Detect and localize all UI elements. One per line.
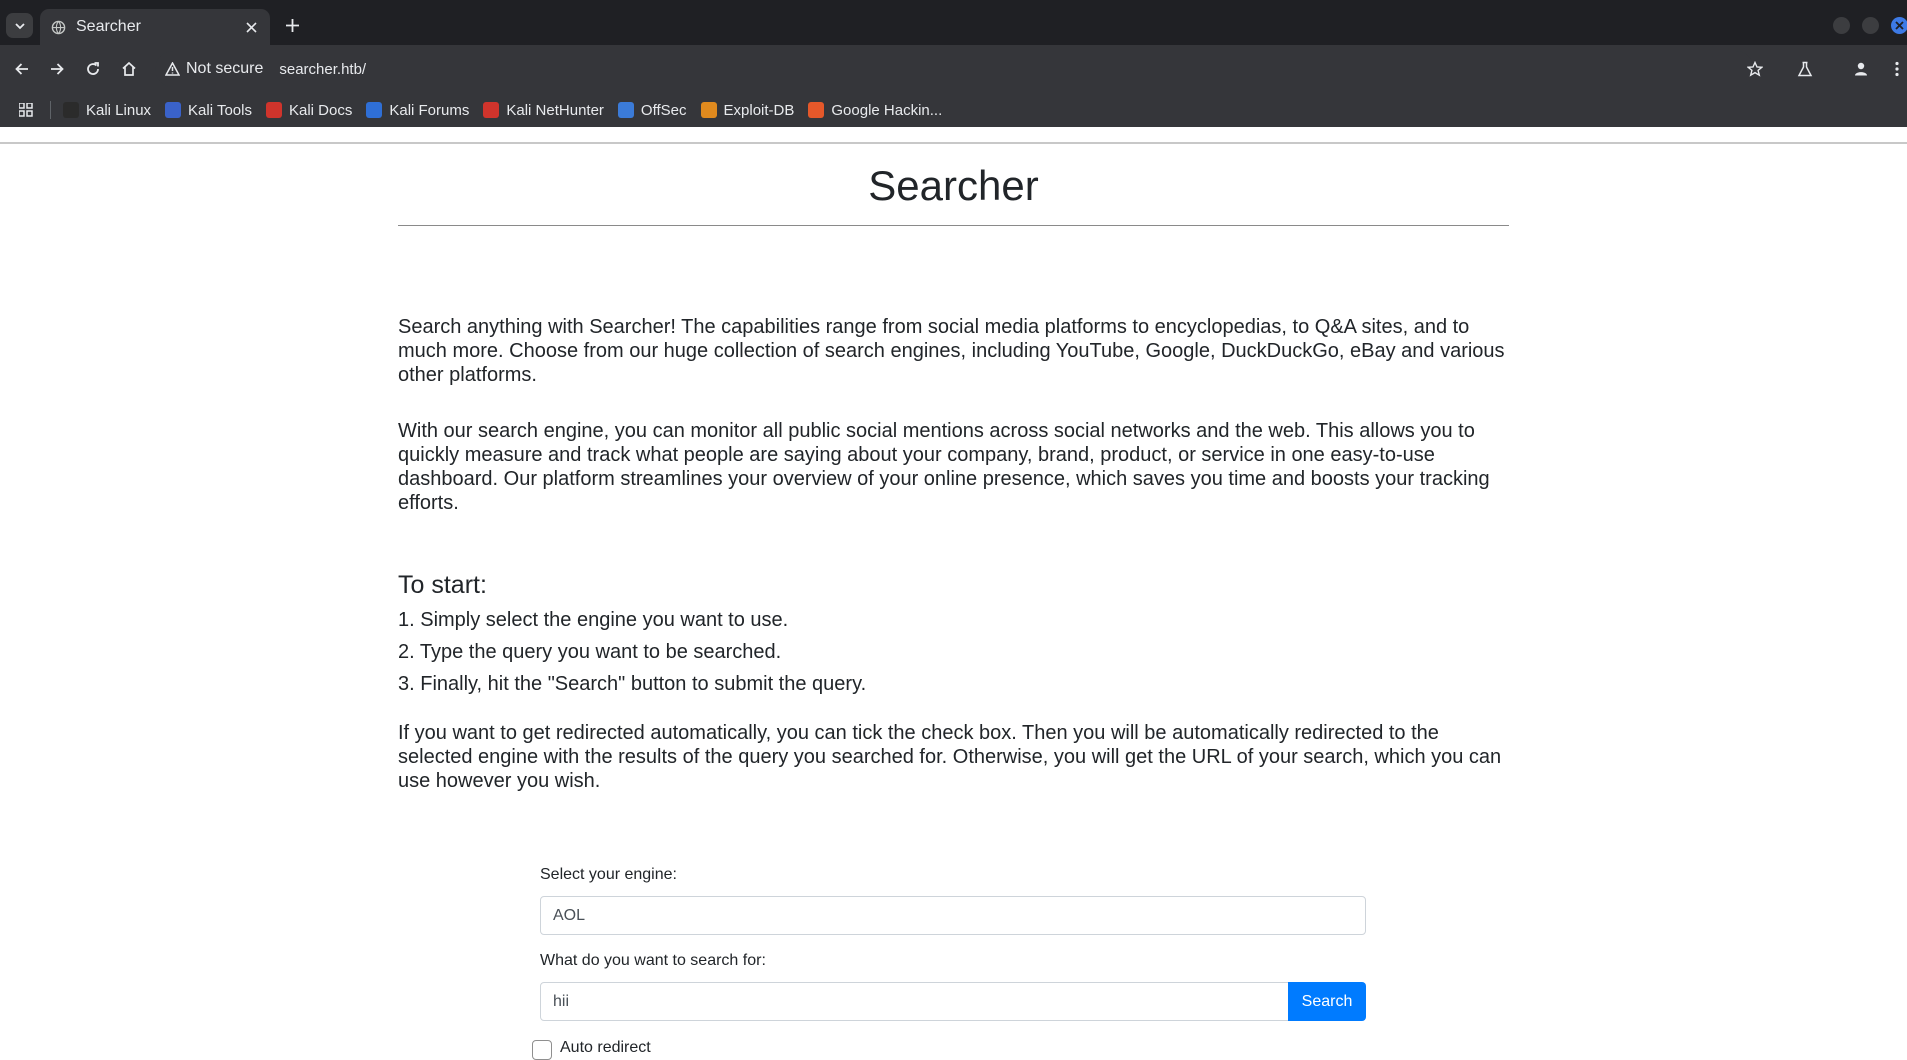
bookmark-exploit-db[interactable]: Exploit-DB bbox=[700, 101, 795, 119]
auto-redirect-label[interactable]: Auto redirect bbox=[560, 1039, 651, 1057]
tab-search-button[interactable] bbox=[6, 13, 33, 38]
star-icon bbox=[1747, 61, 1763, 77]
security-label: Not secure bbox=[186, 60, 264, 77]
maximize-button[interactable] bbox=[1862, 17, 1879, 34]
bookmark-label: Kali Tools bbox=[188, 101, 252, 119]
page-title: Searcher bbox=[868, 162, 1039, 209]
title-divider bbox=[398, 225, 1509, 226]
home-icon bbox=[122, 61, 136, 76]
apps-grid-icon bbox=[19, 103, 33, 117]
query-input[interactable]: hii bbox=[540, 982, 1289, 1021]
globe-icon bbox=[50, 19, 66, 35]
bookmark-star-button[interactable] bbox=[1743, 57, 1767, 81]
bookmark-google-hacking[interactable]: Google Hackin... bbox=[808, 102, 942, 119]
exploit-db-icon bbox=[700, 102, 717, 118]
tab-strip: Searcher bbox=[0, 0, 1907, 45]
close-icon[interactable] bbox=[242, 18, 260, 36]
apps-button[interactable] bbox=[14, 98, 38, 122]
reload-button[interactable] bbox=[81, 57, 105, 81]
start-heading: To start: bbox=[398, 571, 487, 599]
offsec-icon bbox=[617, 102, 634, 118]
bookmarks-separator bbox=[50, 101, 51, 119]
redirect-info-paragraph: If you want to get redirected automatica… bbox=[398, 722, 1502, 792]
home-button[interactable] bbox=[117, 57, 141, 81]
browser-tab[interactable]: Searcher bbox=[40, 9, 270, 45]
chevron-down-icon bbox=[14, 22, 25, 29]
intro-paragraph-1: Search anything with Searcher! The capab… bbox=[398, 316, 1505, 386]
profile-button[interactable] bbox=[1849, 57, 1873, 81]
flask-icon bbox=[1797, 61, 1813, 77]
reload-icon bbox=[87, 62, 99, 75]
kali-dragon-icon bbox=[63, 102, 79, 118]
nethunter-icon bbox=[483, 102, 500, 118]
new-tab-button[interactable] bbox=[282, 15, 302, 35]
labs-button[interactable] bbox=[1793, 57, 1817, 81]
url-text[interactable]: searcher.htb/ bbox=[279, 61, 366, 78]
kebab-menu-icon bbox=[1895, 61, 1899, 77]
bookmark-kali-docs[interactable]: Kali Docs bbox=[265, 101, 353, 119]
engine-select[interactable]: AOL bbox=[540, 896, 1366, 935]
bookmark-label: Google Hackin... bbox=[831, 101, 943, 119]
bookmark-kali-nethunter[interactable]: Kali NetHunter bbox=[483, 102, 604, 119]
search-button[interactable]: Search bbox=[1288, 982, 1366, 1021]
bookmark-label: Kali Forums bbox=[389, 101, 470, 119]
bookmark-kali-linux[interactable]: Kali Linux bbox=[63, 102, 151, 119]
kali-forums-icon bbox=[366, 102, 383, 118]
page-content: Searcher Search anything with Searcher! … bbox=[0, 144, 1907, 1060]
minimize-button[interactable] bbox=[1833, 17, 1850, 34]
intro-paragraph-2: With our search engine, you can monitor … bbox=[398, 420, 1490, 514]
bookmark-label: OffSec bbox=[640, 101, 687, 119]
bookmarks-bar: Kali Linux Kali Tools Kali Docs Kali For… bbox=[0, 93, 1907, 127]
query-input-value: hii bbox=[553, 992, 570, 1010]
query-label: What do you want to search for: bbox=[540, 952, 766, 969]
auto-redirect-checkbox[interactable] bbox=[532, 1040, 552, 1060]
plus-icon bbox=[285, 18, 299, 32]
bookmark-label: Kali NetHunter bbox=[506, 101, 604, 119]
ghdb-icon bbox=[808, 102, 825, 118]
navigation-toolbar: Not secure searcher.htb/ bbox=[0, 45, 1907, 93]
step-item: 3. Finally, hit the "Search" button to s… bbox=[398, 673, 867, 695]
browser-chrome: Searcher Not secure searcher.htb/ Kali L… bbox=[0, 0, 1907, 127]
step-item: 1. Simply select the engine you want to … bbox=[398, 609, 789, 631]
warning-icon bbox=[165, 62, 180, 76]
kali-docs-icon bbox=[265, 102, 282, 118]
menu-button[interactable] bbox=[1885, 57, 1907, 81]
bookmark-offsec[interactable]: OffSec bbox=[617, 101, 687, 119]
bookmark-label: Exploit-DB bbox=[723, 101, 795, 119]
person-icon bbox=[1855, 62, 1867, 76]
bookmark-label: Kali Docs bbox=[288, 101, 353, 119]
window-close-button[interactable] bbox=[1891, 17, 1907, 34]
back-button[interactable] bbox=[10, 57, 34, 81]
arrow-left-icon bbox=[15, 63, 28, 75]
engine-select-value: AOL bbox=[553, 906, 586, 924]
close-icon bbox=[1895, 21, 1904, 30]
address-bar[interactable]: Not secure searcher.htb/ bbox=[155, 51, 1754, 87]
tab-title: Searcher bbox=[76, 18, 141, 35]
bookmark-label: Kali Linux bbox=[86, 101, 152, 119]
bookmark-kali-forums[interactable]: Kali Forums bbox=[366, 102, 469, 119]
kali-tools-icon bbox=[165, 102, 182, 118]
arrow-right-icon bbox=[51, 63, 64, 75]
bookmark-kali-tools[interactable]: Kali Tools bbox=[165, 102, 252, 119]
engine-label: Select your engine: bbox=[540, 866, 677, 883]
step-item: 2. Type the query you want to be searche… bbox=[398, 641, 782, 663]
security-indicator[interactable]: Not secure bbox=[165, 60, 263, 78]
forward-button[interactable] bbox=[45, 57, 69, 81]
